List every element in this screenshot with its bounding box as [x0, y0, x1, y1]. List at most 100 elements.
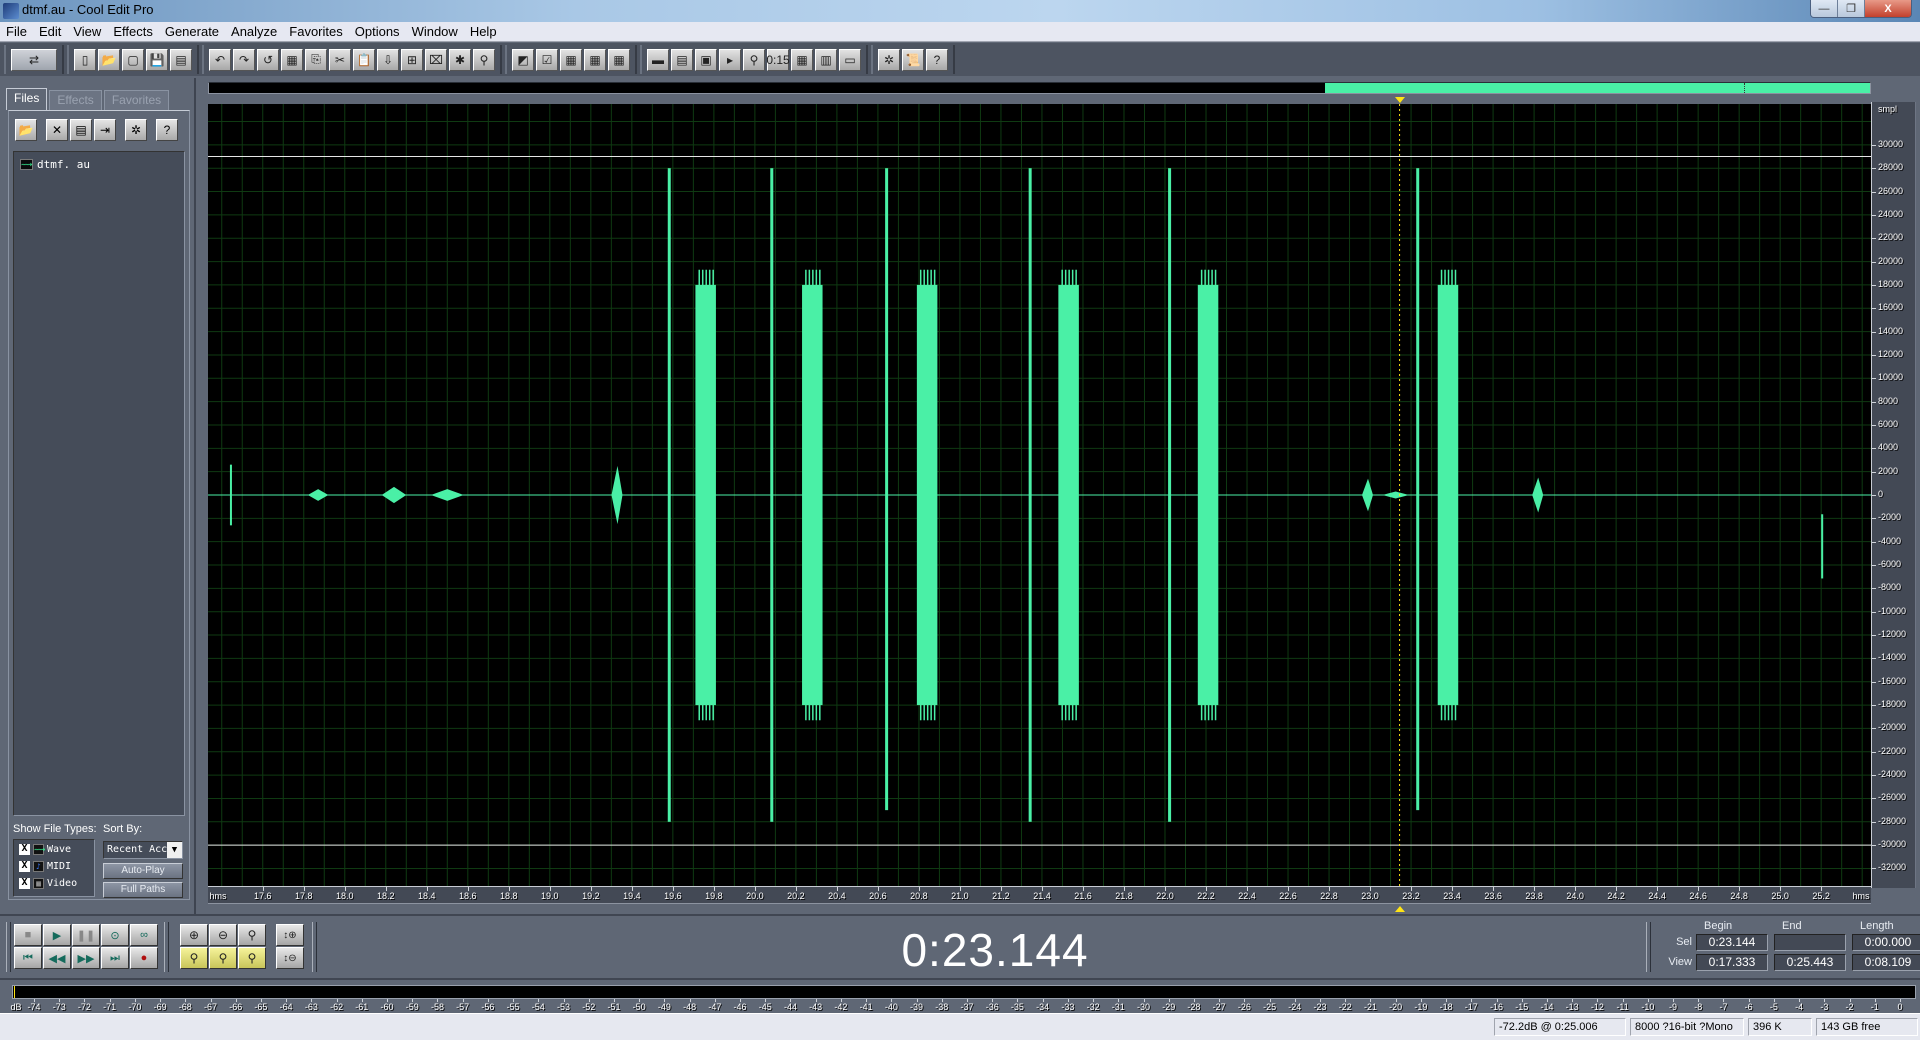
time-window-button[interactable]: 0:15: [766, 48, 790, 71]
overview-view-range[interactable]: [1325, 83, 1870, 93]
tab-favorites[interactable]: Favorites: [103, 90, 170, 110]
settings-button[interactable]: ✲: [878, 48, 900, 71]
file-list[interactable]: ⟿ dtmf. au: [13, 151, 185, 816]
full-paths-button[interactable]: Full Paths: [103, 882, 183, 898]
sel-length-field[interactable]: 0:00.000: [1852, 934, 1920, 951]
menu-favorites[interactable]: Favorites: [283, 24, 348, 39]
spectral-view-button[interactable]: ▤: [671, 48, 693, 71]
view-length-field[interactable]: 0:08.109: [1852, 954, 1920, 971]
redo-button[interactable]: ↷: [233, 48, 255, 71]
tab-effects[interactable]: Effects: [49, 90, 102, 110]
menu-effects[interactable]: Effects: [107, 24, 159, 39]
go-to-end-button[interactable]: ⏭: [101, 947, 129, 969]
overview-bar[interactable]: [208, 82, 1871, 94]
close-file-button[interactable]: ▢: [122, 48, 144, 71]
waveform-view-button[interactable]: ▬: [647, 48, 669, 71]
video-checkbox[interactable]: X: [19, 877, 30, 889]
paste-new-button[interactable]: ⇩: [377, 48, 399, 71]
sort-by-select[interactable]: Recent Acc ▼: [103, 841, 183, 859]
cursor-marker-top[interactable]: [1394, 97, 1405, 103]
record-button[interactable]: ●: [130, 947, 158, 969]
menu-view[interactable]: View: [67, 24, 107, 39]
zoom-out-button[interactable]: ⊖: [209, 924, 237, 946]
time-ruler[interactable]: hms hms 17.6 17.8 18.0 18.2 18.4 18.6 18.8 19.0 19…: [208, 886, 1871, 904]
save-all-button[interactable]: ▤: [170, 48, 192, 71]
grid-c-button[interactable]: ▦: [608, 48, 630, 71]
go-to-start-button[interactable]: ⏮: [14, 947, 42, 969]
zoom-left-edge-button[interactable]: ⚲: [209, 947, 237, 969]
paste-button[interactable]: 📋: [353, 48, 375, 71]
zoom-to-selection-button[interactable]: ⚲: [180, 947, 208, 969]
sel-end-field[interactable]: [1774, 934, 1846, 951]
scripts-button[interactable]: 📜: [902, 48, 924, 71]
play-to-end-button[interactable]: ⊙: [101, 924, 129, 946]
vertical-zoom-out-button[interactable]: ↕⊖: [276, 947, 304, 969]
close-button[interactable]: X: [1865, 0, 1911, 17]
file-list-item[interactable]: ⟿ dtmf. au: [20, 158, 90, 171]
menu-window[interactable]: Window: [406, 24, 464, 39]
open-file-button[interactable]: 📂: [98, 48, 120, 71]
restore-button[interactable]: ❐: [1838, 0, 1865, 17]
info-view-button[interactable]: ▣: [695, 48, 717, 71]
cursor-marker-bottom[interactable]: [1394, 906, 1405, 912]
fast-forward-button[interactable]: ▶▶: [72, 947, 100, 969]
save-button[interactable]: 💾: [146, 48, 168, 71]
stop-button[interactable]: ■: [14, 924, 42, 946]
menu-generate[interactable]: Generate: [159, 24, 225, 39]
zoom-full-button[interactable]: ⚲: [238, 924, 266, 946]
repeat-last-button[interactable]: ↺: [257, 48, 279, 71]
level-meter-button[interactable]: ▥: [815, 48, 837, 71]
silence-button[interactable]: ✱: [449, 48, 471, 71]
minimize-button[interactable]: —: [1811, 0, 1838, 17]
copy-button[interactable]: ⎘: [305, 48, 327, 71]
cut-button[interactable]: ✂: [329, 48, 351, 71]
view-begin-field[interactable]: 0:17.333: [1696, 954, 1768, 971]
play-button[interactable]: ▶: [43, 924, 71, 946]
insert-cd-button[interactable]: ⇥: [94, 119, 116, 141]
trim-button[interactable]: ⌧: [425, 48, 447, 71]
menu-file[interactable]: File: [0, 24, 33, 39]
rewind-button[interactable]: ◀◀: [43, 947, 71, 969]
menu-analyze[interactable]: Analyze: [225, 24, 283, 39]
view-end-field[interactable]: 0:25.443: [1774, 954, 1846, 971]
grid-a-button[interactable]: ▦: [560, 48, 582, 71]
midi-checkbox[interactable]: X: [19, 860, 30, 872]
multitrack-toggle-button[interactable]: ⇄: [11, 48, 57, 71]
waveform-display[interactable]: [208, 104, 1871, 886]
zoom-in-button[interactable]: ⊕: [180, 924, 208, 946]
copy-to-new-button[interactable]: ▦: [281, 48, 303, 71]
open-folder-button[interactable]: 📂: [15, 119, 37, 141]
auto-play-button[interactable]: Auto-Play: [103, 863, 183, 879]
insert-multitrack-button[interactable]: ▤: [70, 119, 92, 141]
sel-begin-field[interactable]: 0:23.144: [1696, 934, 1768, 951]
vertical-zoom-in-button[interactable]: ↕⊕: [276, 924, 304, 946]
toolbar-grip[interactable]: [312, 922, 317, 972]
options-button[interactable]: ✲: [125, 119, 147, 141]
selection-window-button[interactable]: ▦: [791, 48, 813, 71]
status-bar-button[interactable]: ▭: [839, 48, 861, 71]
mix-paste-button[interactable]: ⊞: [401, 48, 423, 71]
envelope-button[interactable]: ◩: [512, 48, 534, 71]
zoom-right-edge-button[interactable]: ⚲: [238, 947, 266, 969]
help-button[interactable]: ?: [926, 48, 948, 71]
pause-button[interactable]: ❚❚: [72, 924, 100, 946]
loop-button[interactable]: ∞: [130, 924, 158, 946]
menu-edit[interactable]: Edit: [33, 24, 67, 39]
tab-files[interactable]: Files: [6, 88, 48, 110]
transport-button[interactable]: ▸: [719, 48, 741, 71]
undo-button[interactable]: ↶: [209, 48, 231, 71]
help-button[interactable]: ?: [156, 119, 178, 141]
menu-help[interactable]: Help: [464, 24, 503, 39]
toolbar-grip[interactable]: [6, 922, 11, 972]
chevron-down-icon[interactable]: ▼: [167, 842, 182, 858]
toolbar-grip[interactable]: [164, 922, 169, 972]
close-file-button[interactable]: ✕: [46, 119, 68, 141]
noise-reduction-button[interactable]: ⚲: [473, 48, 495, 71]
wave-checkbox[interactable]: X: [19, 843, 30, 855]
new-file-button[interactable]: ▯: [74, 48, 96, 71]
toolbar-grip[interactable]: [1646, 922, 1651, 972]
menu-options[interactable]: Options: [349, 24, 406, 39]
grid-b-button[interactable]: ▦: [584, 48, 606, 71]
zoom-window-button[interactable]: ⚲: [743, 48, 765, 71]
checkbox-button[interactable]: ☑: [536, 48, 558, 71]
